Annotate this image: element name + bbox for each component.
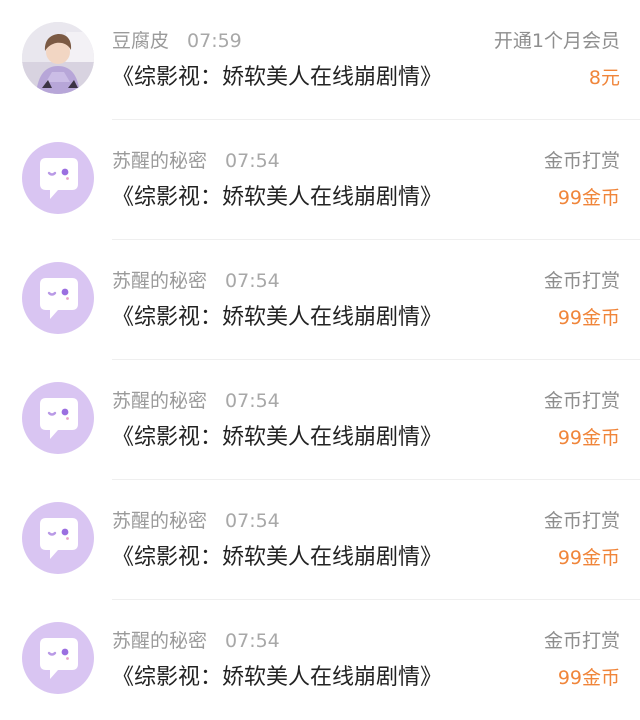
record-row[interactable]: 苏醒的秘密 07:54 《综影视：娇软美人在线崩剧情》 金币打赏 99金币 — [0, 600, 640, 720]
book-title[interactable]: 《综影视：娇软美人在线崩剧情》 — [112, 542, 442, 574]
record-row[interactable]: 豆腐皮 07:59 《综影视：娇软美人在线崩剧情》 开通1个月会员 8元 — [0, 0, 640, 120]
default-avatar-chat-icon — [40, 638, 78, 679]
record-amount: 8元 — [588, 67, 620, 89]
photo-avatar — [22, 22, 94, 94]
user-avatar[interactable] — [22, 622, 94, 694]
record-type: 开通1个月会员 — [493, 30, 620, 52]
book-title[interactable]: 《综影视：娇软美人在线崩剧情》 — [112, 182, 442, 214]
user-avatar[interactable] — [22, 262, 94, 334]
record-amount: 99金币 — [557, 187, 620, 209]
default-avatar-chat-icon — [40, 158, 78, 199]
user-name[interactable]: 苏醒的秘密 — [112, 150, 207, 172]
user-name[interactable]: 苏醒的秘密 — [112, 390, 207, 412]
user-avatar[interactable] — [22, 382, 94, 454]
record-amount: 99金币 — [557, 427, 620, 449]
record-row[interactable]: 苏醒的秘密 07:54 《综影视：娇软美人在线崩剧情》 金币打赏 99金币 — [0, 240, 640, 360]
record-meta: 苏醒的秘密 07:54 — [112, 508, 280, 534]
record-type: 金币打赏 — [543, 510, 620, 532]
record-type: 金币打赏 — [543, 270, 620, 292]
record-row[interactable]: 苏醒的秘密 07:54 《综影视：娇软美人在线崩剧情》 金币打赏 99金币 — [0, 360, 640, 480]
record-time: 07:59 — [187, 30, 242, 52]
book-title[interactable]: 《综影视：娇软美人在线崩剧情》 — [112, 62, 442, 94]
record-amount: 99金币 — [557, 667, 620, 689]
user-avatar[interactable] — [22, 22, 94, 94]
record-meta: 苏醒的秘密 07:54 — [112, 268, 280, 294]
record-meta: 苏醒的秘密 07:54 — [112, 628, 280, 654]
record-time: 07:54 — [225, 150, 280, 172]
book-title[interactable]: 《综影视：娇软美人在线崩剧情》 — [112, 302, 442, 334]
record-type: 金币打赏 — [543, 630, 620, 652]
record-meta: 苏醒的秘密 07:54 — [112, 148, 280, 174]
record-time: 07:54 — [225, 390, 280, 412]
user-avatar[interactable] — [22, 142, 94, 214]
book-title[interactable]: 《综影视：娇软美人在线崩剧情》 — [112, 422, 442, 454]
record-amount: 99金币 — [557, 547, 620, 569]
user-name[interactable]: 苏醒的秘密 — [112, 630, 207, 652]
record-time: 07:54 — [225, 270, 280, 292]
record-time: 07:54 — [225, 510, 280, 532]
user-name[interactable]: 苏醒的秘密 — [112, 510, 207, 532]
user-name[interactable]: 苏醒的秘密 — [112, 270, 207, 292]
reward-record-list: 豆腐皮 07:59 《综影视：娇软美人在线崩剧情》 开通1个月会员 8元 苏醒的秘… — [0, 0, 640, 720]
record-time: 07:54 — [225, 630, 280, 652]
default-avatar-chat-icon — [40, 278, 78, 319]
record-meta: 苏醒的秘密 07:54 — [112, 388, 280, 414]
record-type: 金币打赏 — [543, 390, 620, 412]
user-avatar[interactable] — [22, 502, 94, 574]
book-title[interactable]: 《综影视：娇软美人在线崩剧情》 — [112, 662, 442, 694]
record-row[interactable]: 苏醒的秘密 07:54 《综影视：娇软美人在线崩剧情》 金币打赏 99金币 — [0, 480, 640, 600]
record-type: 金币打赏 — [543, 150, 620, 172]
record-meta: 豆腐皮 07:59 — [112, 28, 242, 54]
default-avatar-chat-icon — [40, 398, 78, 439]
default-avatar-chat-icon — [40, 518, 78, 559]
record-row[interactable]: 苏醒的秘密 07:54 《综影视：娇软美人在线崩剧情》 金币打赏 99金币 — [0, 120, 640, 240]
record-amount: 99金币 — [557, 307, 620, 329]
user-name[interactable]: 豆腐皮 — [112, 30, 169, 52]
